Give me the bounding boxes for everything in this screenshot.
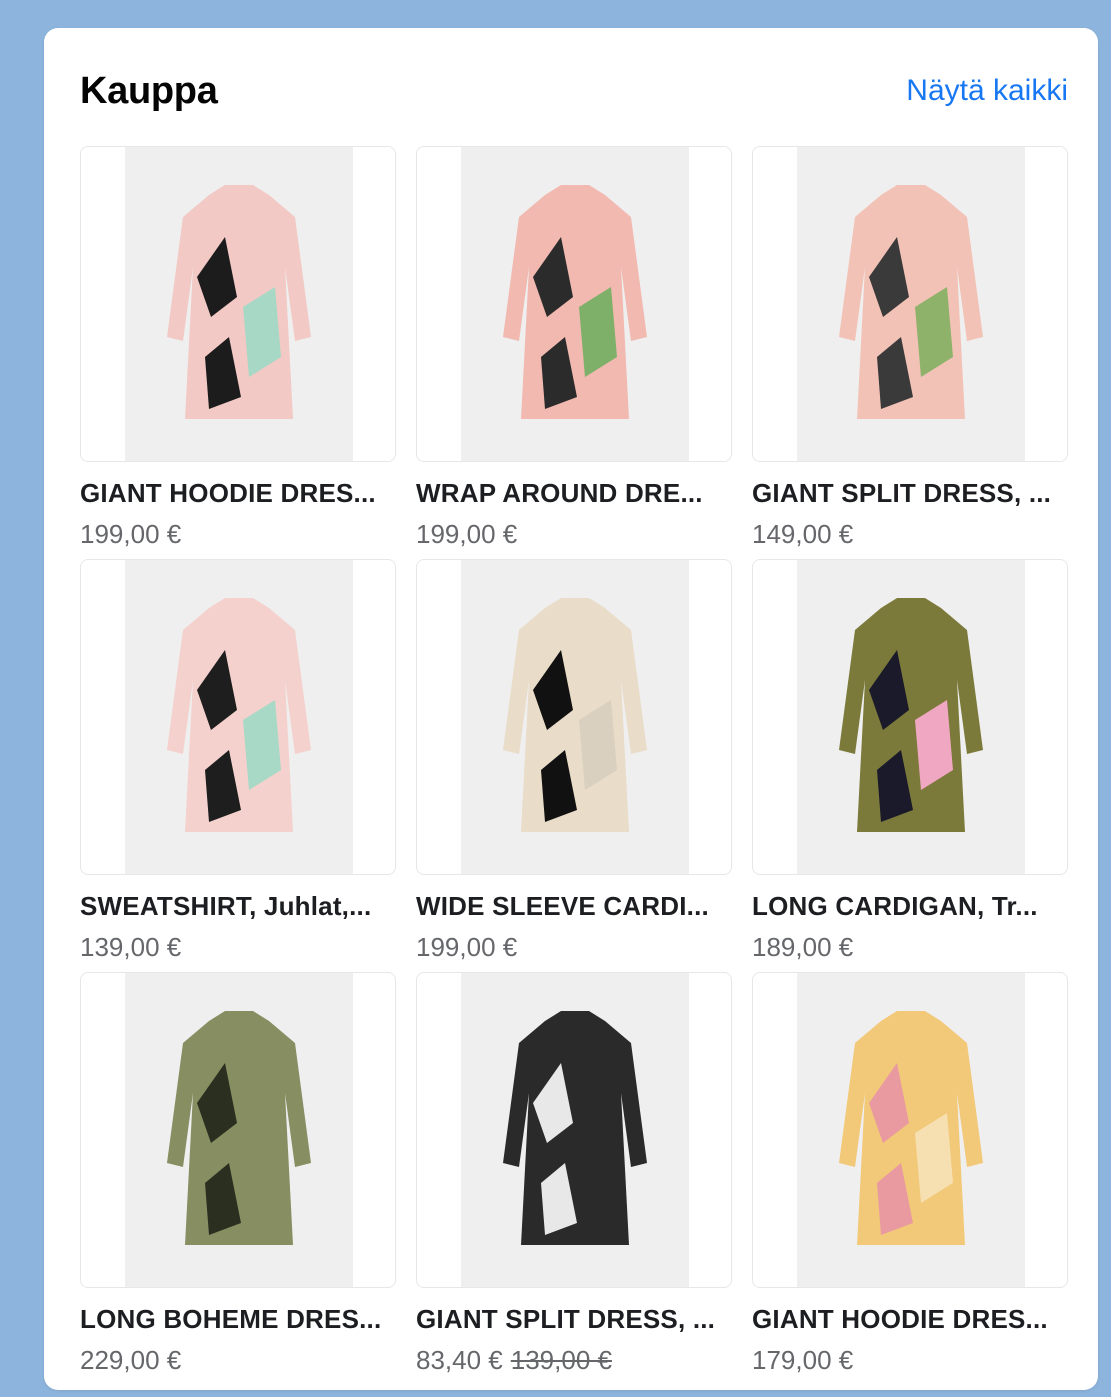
see-all-link[interactable]: Näytä kaikki <box>906 74 1068 108</box>
product-thumbnail[interactable] <box>752 972 1068 1288</box>
product-item[interactable]: GIANT SPLIT DRESS, ... 83,40 €139,00 € <box>416 972 732 1375</box>
product-name: LONG BOHEME DRES... <box>80 1304 382 1334</box>
product-price: 229,00 € <box>80 1345 182 1375</box>
product-thumbnail[interactable] <box>80 972 396 1288</box>
yellow-hoodie-dress-image <box>797 973 1025 1287</box>
shop-header: Kauppa Näytä kaikki <box>80 66 1068 116</box>
product-price-row: 83,40 €139,00 € <box>416 1345 732 1376</box>
product-item[interactable]: LONG CARDIGAN, Tr... 189,00 € <box>752 559 1068 962</box>
product-price: 189,00 € <box>752 932 854 962</box>
product-price-row: 179,00 € <box>752 1345 1068 1376</box>
product-price-row: 149,00 € <box>752 519 1068 550</box>
product-price: 199,00 € <box>80 519 182 549</box>
product-item[interactable]: GIANT HOODIE DRES... 179,00 € <box>752 972 1068 1375</box>
product-item[interactable]: WIDE SLEEVE CARDI... 199,00 € <box>416 559 732 962</box>
product-name: SWEATSHIRT, Juhlat,... <box>80 891 372 921</box>
product-price: 179,00 € <box>752 1345 854 1375</box>
product-thumbnail[interactable] <box>416 146 732 462</box>
product-name: GIANT HOODIE DRES... <box>80 478 376 508</box>
product-item[interactable]: WRAP AROUND DRE... 199,00 € <box>416 146 732 549</box>
product-price-row: 139,00 € <box>80 932 396 963</box>
product-name: WIDE SLEEVE CARDI... <box>416 891 709 921</box>
product-thumbnail[interactable] <box>752 146 1068 462</box>
wrap-dress-image <box>461 147 689 461</box>
product-item[interactable]: GIANT HOODIE DRES... 199,00 € <box>80 146 396 549</box>
product-name: GIANT HOODIE DRES... <box>752 1304 1048 1334</box>
wide-sleeve-cardigan-image <box>461 560 689 874</box>
product-name: LONG CARDIGAN, Tr... <box>752 891 1038 921</box>
product-item[interactable]: LONG BOHEME DRES... 229,00 € <box>80 972 396 1375</box>
split-dress-image <box>797 147 1025 461</box>
product-price-row: 229,00 € <box>80 1345 396 1376</box>
product-price: 149,00 € <box>752 519 854 549</box>
sweatshirt-image <box>125 560 353 874</box>
product-grid: GIANT HOODIE DRES... 199,00 € WRAP AROUN… <box>80 146 1068 1375</box>
product-price-row: 199,00 € <box>416 519 732 550</box>
product-thumbnail[interactable] <box>752 559 1068 875</box>
product-name: WRAP AROUND DRE... <box>416 478 703 508</box>
product-price: 199,00 € <box>416 519 518 549</box>
product-price-row: 199,00 € <box>80 519 396 550</box>
product-old-price: 139,00 € <box>510 1345 612 1375</box>
product-thumbnail[interactable] <box>416 972 732 1288</box>
dotted-split-dress-image <box>461 973 689 1287</box>
product-price: 199,00 € <box>416 932 518 962</box>
hoodie-dress-image <box>125 147 353 461</box>
product-price: 139,00 € <box>80 932 182 962</box>
product-price: 83,40 € <box>416 1345 503 1375</box>
product-price-row: 189,00 € <box>752 932 1068 963</box>
product-item[interactable]: GIANT SPLIT DRESS, ... 149,00 € <box>752 146 1068 549</box>
product-price-row: 199,00 € <box>416 932 732 963</box>
product-item[interactable]: SWEATSHIRT, Juhlat,... 139,00 € <box>80 559 396 962</box>
product-thumbnail[interactable] <box>416 559 732 875</box>
long-cardigan-image <box>797 560 1025 874</box>
product-thumbnail[interactable] <box>80 559 396 875</box>
product-name: GIANT SPLIT DRESS, ... <box>416 1304 716 1334</box>
product-thumbnail[interactable] <box>80 146 396 462</box>
shop-title: Kauppa <box>80 69 218 112</box>
shop-card: Kauppa Näytä kaikki GIANT HOODIE DRES...… <box>44 28 1098 1390</box>
product-name: GIANT SPLIT DRESS, ... <box>752 478 1052 508</box>
boheme-dress-image <box>125 973 353 1287</box>
